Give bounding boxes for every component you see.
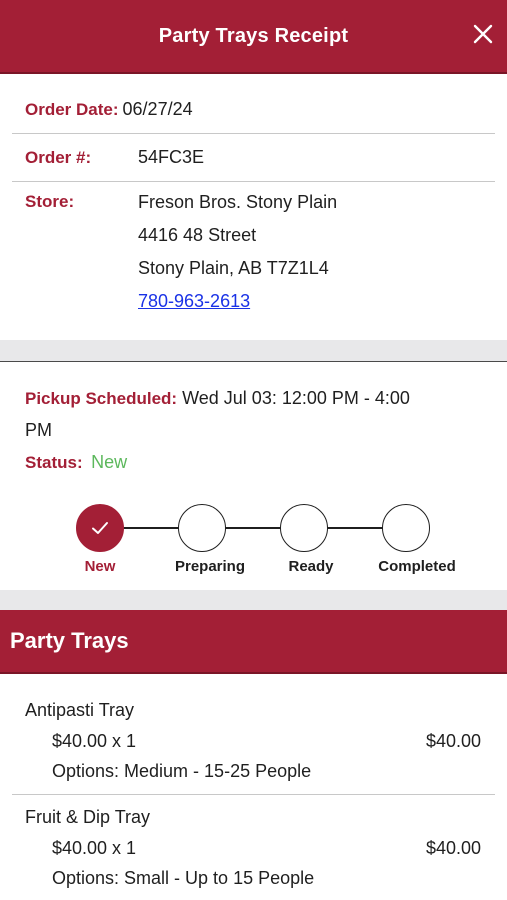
progress-line (100, 527, 402, 529)
store-row: Store: Freson Bros. Stony Plain 4416 48 … (12, 182, 495, 342)
item-name: Antipasti Tray (25, 700, 135, 720)
pickup-time: Wed Jul 03: 12:00 PM - 4:00 (182, 388, 410, 408)
item-options: Options: Small - Up to 15 People (52, 868, 315, 888)
pickup-label: Pickup Scheduled: (25, 389, 178, 408)
order-number-label: Order #: (25, 147, 92, 167)
store-label: Store: (25, 192, 75, 211)
step-new-label: New (84, 558, 116, 575)
page-title: Party Trays Receipt (158, 24, 349, 47)
order-progress: New Preparing Ready Completed (0, 500, 507, 590)
step-ready-circle (280, 504, 328, 552)
item-options: Options: Medium - 15-25 People (52, 761, 312, 781)
step-new-circle (76, 504, 124, 552)
store-phone-link[interactable]: 780-963-2613 (138, 291, 250, 312)
pickup-time-cont: PM (25, 420, 52, 440)
divider-band (0, 340, 507, 362)
order-number-row: Order #: 54FC3E (12, 134, 495, 182)
order-number-value: 54FC3E (138, 147, 205, 167)
pickup-info: Pickup Scheduled: Wed Jul 03: 12:00 PM -… (25, 386, 495, 473)
item-unit-price: $40.00 x 1 (52, 731, 137, 751)
step-ready-label: Ready (288, 558, 334, 575)
close-icon[interactable] (471, 22, 495, 46)
order-date-row: Order Date: 06/27/24 (12, 86, 495, 134)
item-total: $40.00 (425, 838, 481, 858)
list-item: Antipasti Tray $40.00 x 1 $40.00 Options… (12, 688, 495, 795)
step-preparing-circle (178, 504, 226, 552)
section-title: Party Trays (10, 628, 129, 653)
item-unit-price: $40.00 x 1 (52, 838, 137, 858)
order-info: Order Date: 06/27/24 Order #: 54FC3E Sto… (12, 86, 495, 342)
status-badge: New (91, 452, 128, 472)
receipt-header: Party Trays Receipt (0, 0, 507, 74)
item-total: $40.00 (425, 731, 481, 751)
section-divider (0, 590, 507, 610)
step-completed-circle (382, 504, 430, 552)
party-trays-header: Party Trays (0, 610, 507, 674)
order-date-value: 06/27/24 (122, 99, 193, 119)
store-city: Stony Plain, AB T7Z1L4 (138, 258, 329, 278)
checkmark-icon (92, 522, 108, 534)
list-item: Fruit & Dip Tray $40.00 x 1 $40.00 Optio… (12, 795, 495, 900)
store-street: 4416 48 Street (138, 225, 257, 245)
step-preparing-label: Preparing (174, 558, 246, 575)
order-date-label: Order Date: (25, 99, 119, 119)
item-name: Fruit & Dip Tray (25, 807, 151, 827)
status-label: Status: (25, 453, 83, 472)
step-completed-label: Completed (378, 558, 456, 575)
store-name: Freson Bros. Stony Plain (138, 192, 338, 212)
